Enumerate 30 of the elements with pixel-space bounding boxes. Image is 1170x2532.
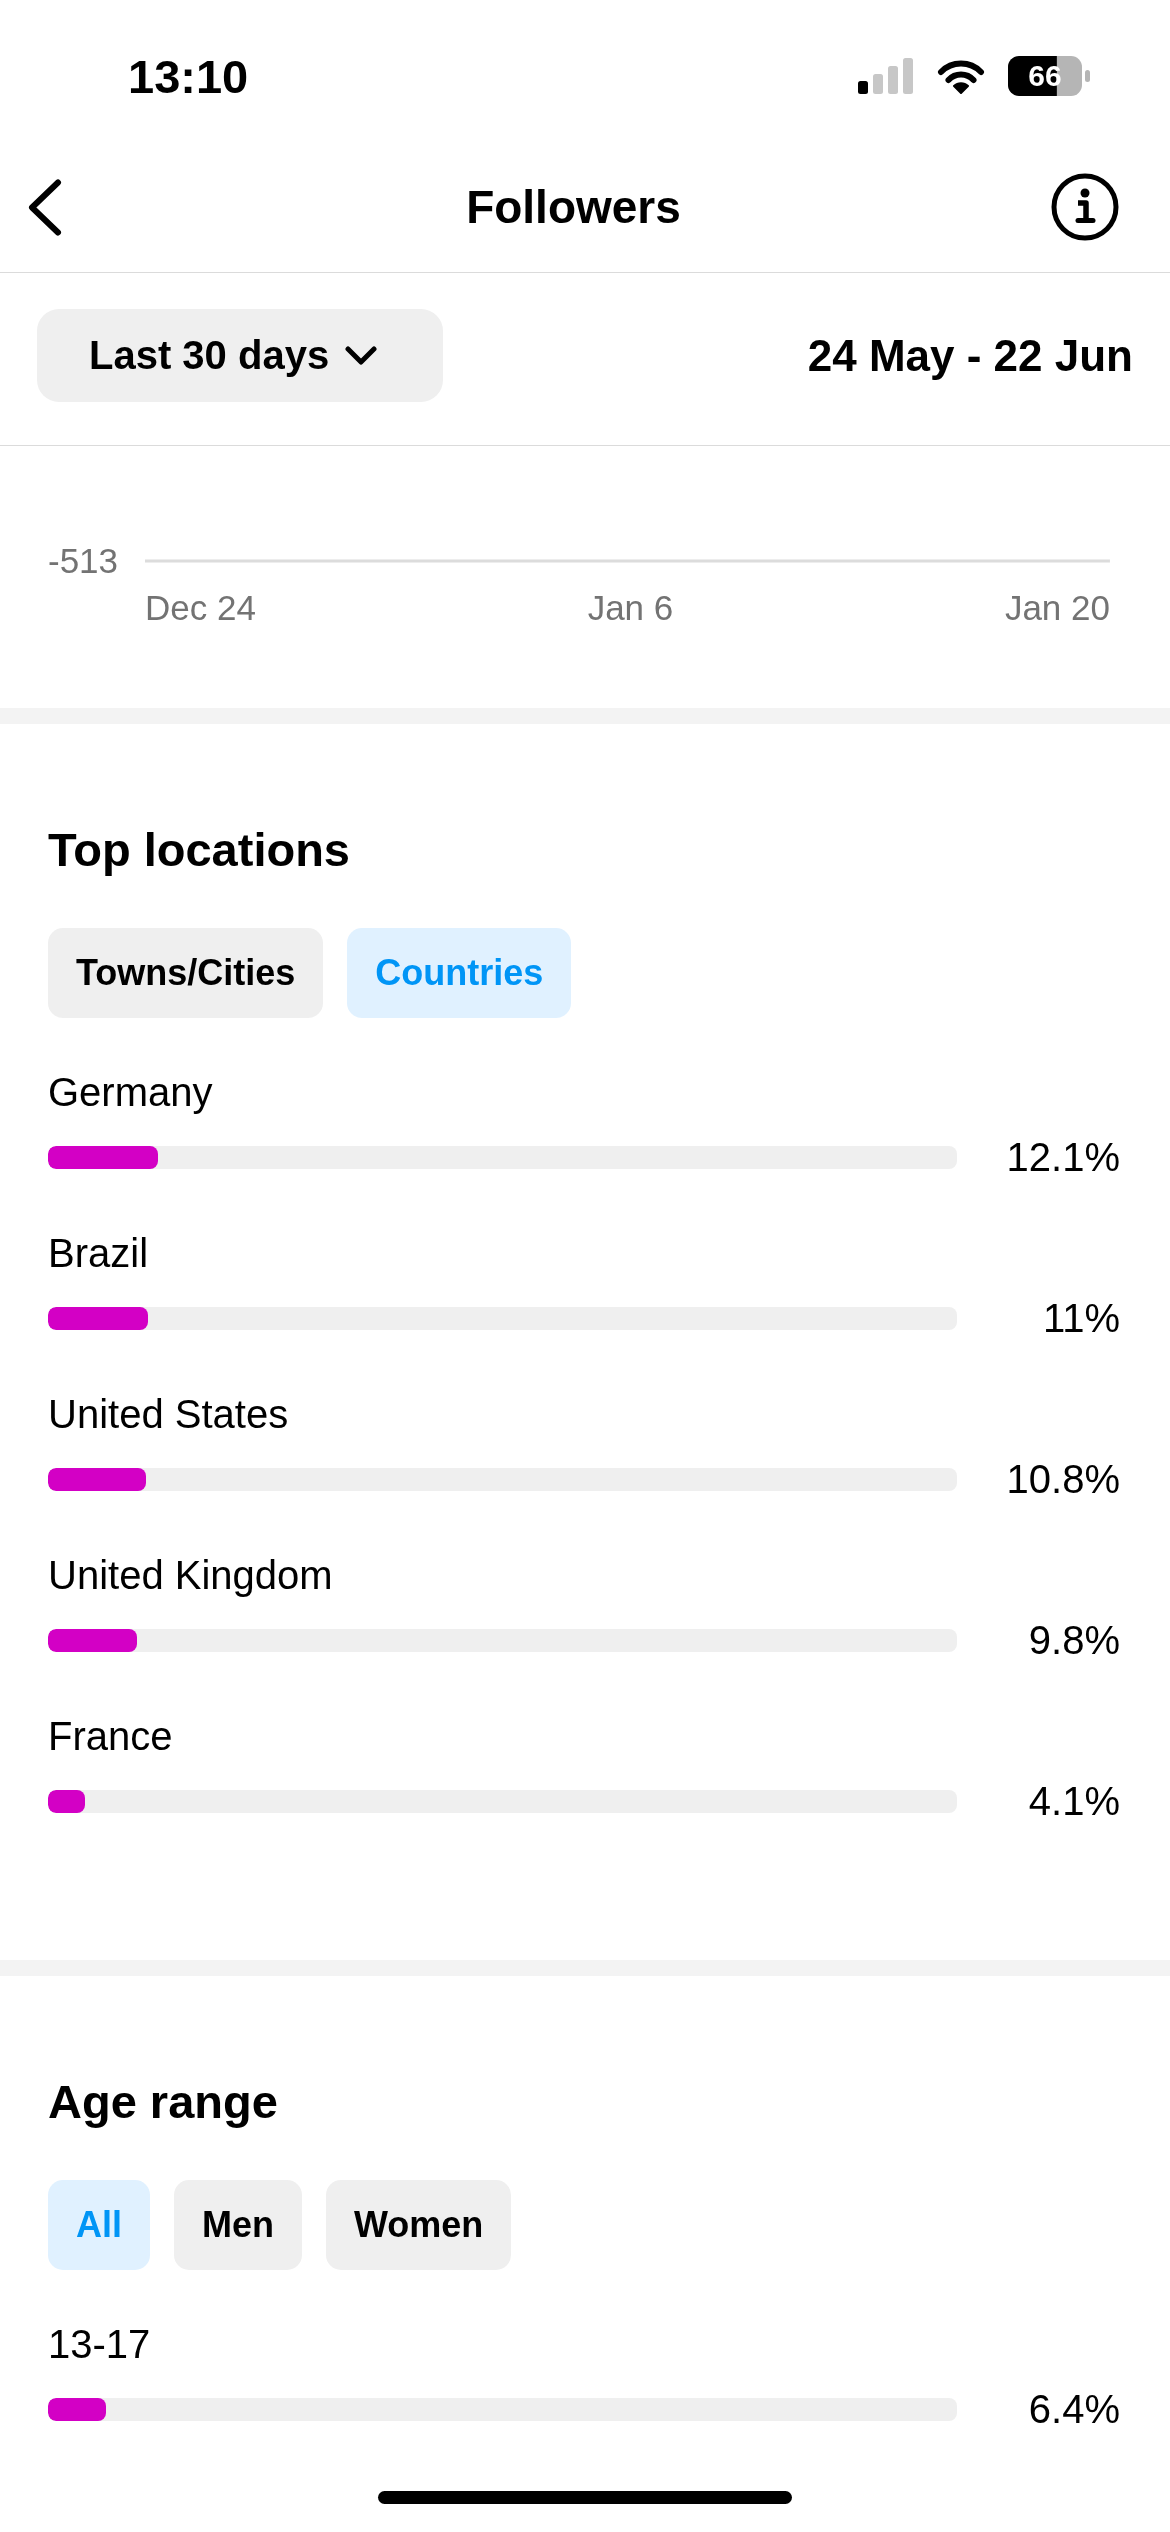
percentage-value: 4.1% — [1028, 1778, 1120, 1825]
percentage-value: 10.8% — [1006, 1456, 1120, 1503]
country-name: United Kingdom — [48, 1552, 333, 1599]
country-name: United States — [48, 1391, 289, 1438]
date-range-dropdown[interactable]: Last 30 days — [37, 309, 444, 402]
percentage-value: 9.8% — [1028, 1617, 1120, 1664]
percentage-value: 12.1% — [1006, 1134, 1120, 1181]
filter-chip[interactable]: Men — [174, 2180, 302, 2270]
wifi-icon — [937, 58, 985, 94]
date-range-text: 24 May - 22 Jun — [807, 330, 1133, 381]
section-title: Top locations — [48, 822, 350, 878]
percentage-value: 11% — [1042, 1295, 1120, 1342]
x-axis-label: Dec 24 — [145, 588, 256, 628]
page-title: Followers — [466, 180, 681, 235]
x-axis-label: Jan 20 — [1004, 588, 1110, 628]
filter-chip[interactable]: Women — [326, 2180, 512, 2270]
info-icon[interactable] — [1051, 173, 1119, 241]
y-axis-label: -513 — [48, 541, 119, 581]
back-icon[interactable] — [28, 178, 62, 236]
percentage-value: 6.4% — [1028, 2386, 1120, 2433]
country-name: France — [48, 1713, 173, 1760]
country-name: Germany — [48, 1069, 213, 1116]
age-group-label: 13-17 — [48, 2321, 151, 2368]
x-axis-label: Jan 6 — [587, 588, 674, 628]
country-name: Brazil — [48, 1230, 149, 1277]
status-time: 13:10 — [128, 52, 249, 100]
signal-icon — [858, 58, 914, 94]
section-title: Age range — [48, 2074, 278, 2130]
chevron-down-icon — [345, 346, 378, 365]
filter-chip[interactable]: Towns/Cities — [48, 928, 324, 1018]
